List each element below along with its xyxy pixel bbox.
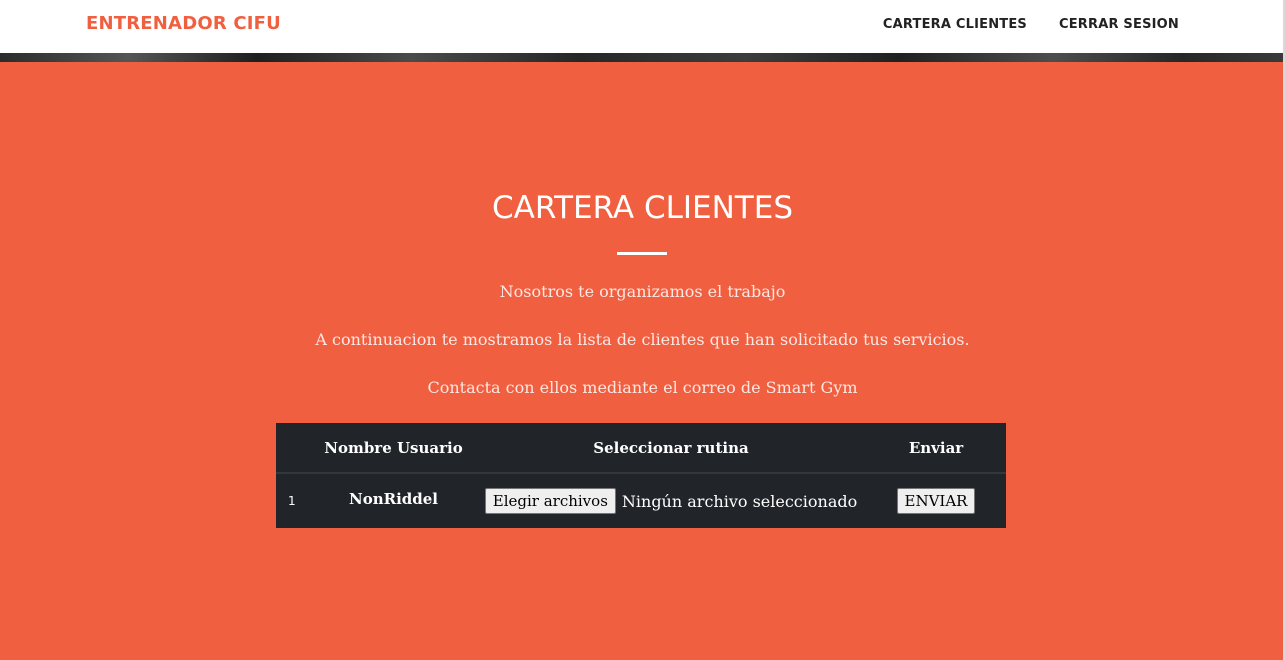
description-paragraph: A continuacion te mostramos la lista de … <box>315 330 970 349</box>
nav-link-cerrar-sesion[interactable]: CERRAR SESION <box>1059 17 1179 32</box>
send-button[interactable]: ENVIAR <box>896 488 976 514</box>
hero-image-strip <box>0 53 1285 62</box>
header-nombre-usuario: Nombre Usuario <box>324 438 463 457</box>
section-title: CARTERA CLIENTES <box>491 190 794 226</box>
header-seleccionar-rutina: Seleccionar rutina <box>593 438 749 457</box>
choose-file-button[interactable]: Elegir archivos <box>484 488 616 514</box>
file-input: Elegir archivos Ningún archivo seleccion… <box>484 488 858 514</box>
row-send-cell: ENVIAR <box>866 473 1006 528</box>
table-row: 1 NonRiddel Elegir archivos Ningún archi… <box>276 473 1006 528</box>
header-enviar: Enviar <box>908 438 964 457</box>
navbar: ENTRENADOR CIFU CARTERA CLIENTES CERRAR … <box>0 0 1285 53</box>
contact-paragraph: Contacta con ellos mediante el correo de… <box>427 378 858 397</box>
brand-link[interactable]: ENTRENADOR CIFU <box>86 13 281 34</box>
header-index <box>276 423 311 473</box>
table-header-row: Nombre Usuario Seleccionar rutina Enviar <box>276 423 1006 473</box>
row-username: NonRiddel <box>348 489 438 508</box>
file-status-text: Ningún archivo seleccionado <box>621 491 858 511</box>
nav-link-cartera-clientes[interactable]: CARTERA CLIENTES <box>883 17 1027 32</box>
clients-table: Nombre Usuario Seleccionar rutina Enviar… <box>276 423 1006 528</box>
intro-paragraph: Nosotros te organizamos el trabajo <box>499 282 786 301</box>
title-divider <box>617 252 667 255</box>
row-index: 1 <box>288 494 296 508</box>
row-file-cell: Elegir archivos Ningún archivo seleccion… <box>476 473 866 528</box>
nav-links: CARTERA CLIENTES CERRAR SESION <box>883 17 1179 32</box>
